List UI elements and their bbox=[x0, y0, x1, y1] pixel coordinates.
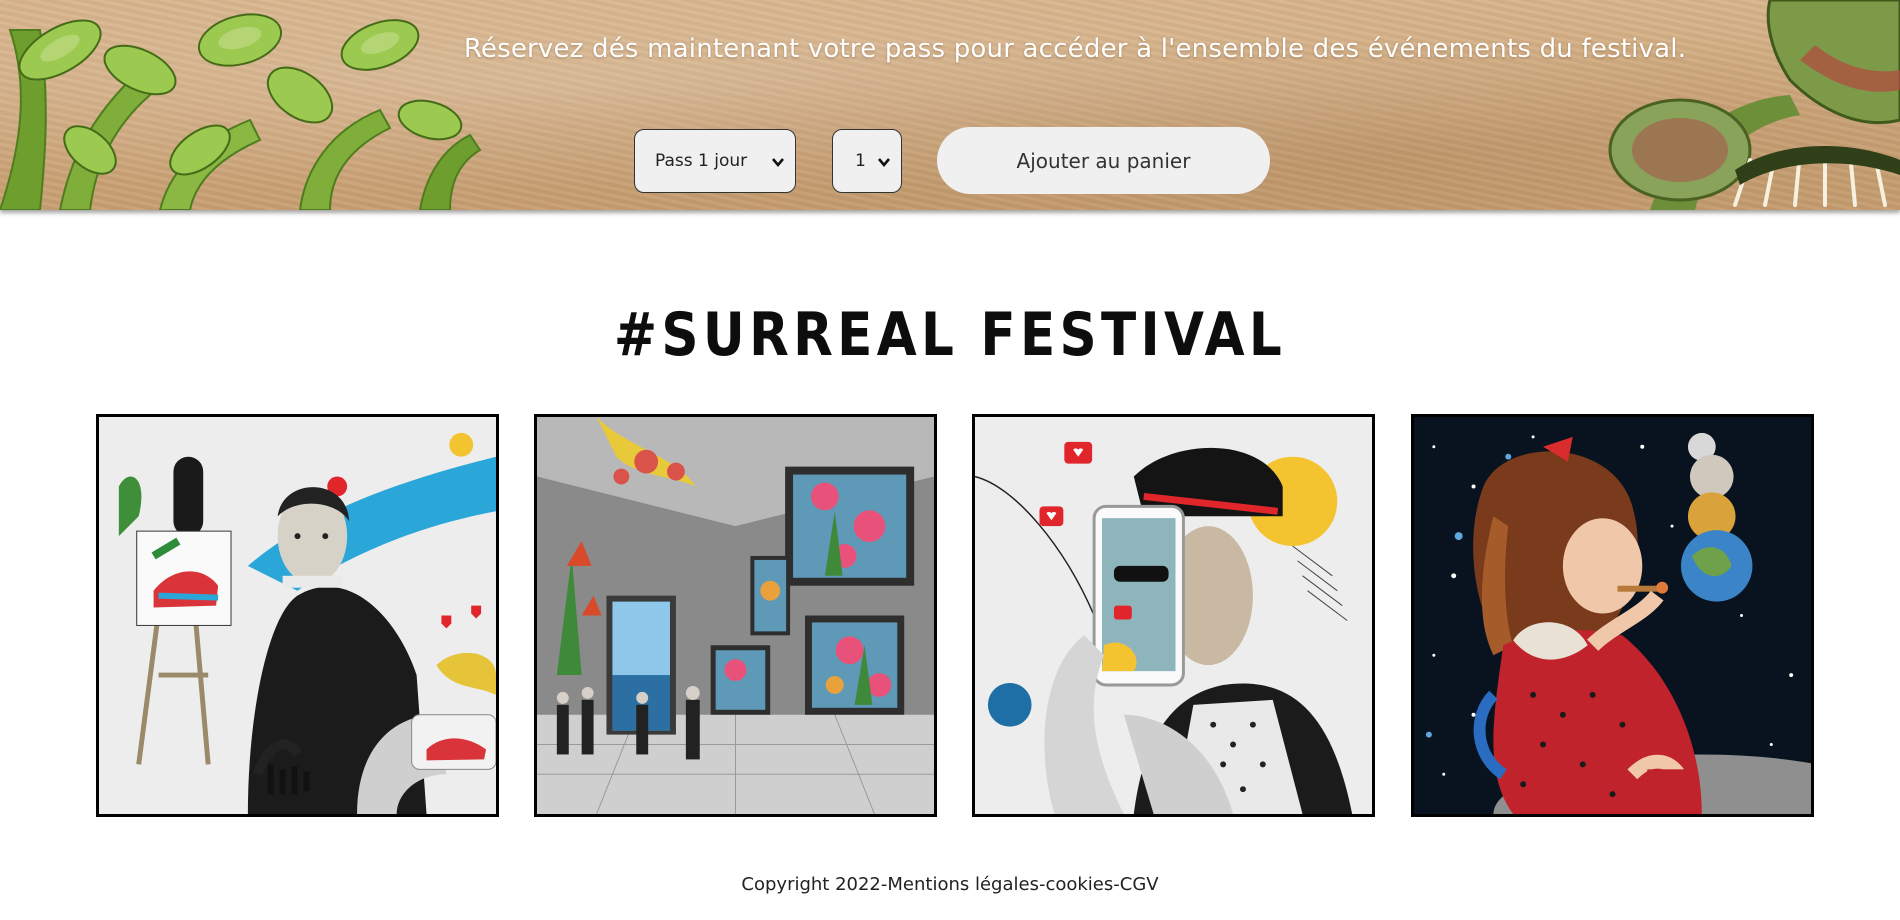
chevron-down-icon bbox=[878, 158, 890, 168]
venus-flytrap-left-image bbox=[0, 13, 482, 210]
banner-message: Réservez dés maintenant votre pass pour … bbox=[463, 34, 1687, 64]
pass-type-select[interactable]: Pass 1 jour bbox=[634, 129, 796, 193]
venus-flytrap-right-image bbox=[1608, 0, 1900, 210]
add-to-cart-button[interactable]: Ajouter au panier bbox=[937, 127, 1270, 194]
gallery-image-painter-collage[interactable] bbox=[96, 414, 499, 817]
quantity-select-value: 1 bbox=[855, 151, 866, 171]
gallery-image-space-girl[interactable] bbox=[1411, 414, 1814, 817]
booking-banner: Réservez dés maintenant votre pass pour … bbox=[0, 0, 1900, 210]
chevron-down-icon bbox=[772, 158, 784, 168]
gallery-image-smartphone-portrait[interactable] bbox=[972, 414, 1375, 817]
pass-type-select-value: Pass 1 jour bbox=[655, 151, 748, 171]
gallery-image-museum-flowers[interactable] bbox=[534, 414, 937, 817]
page-title: #SURREAL FESTIVAL bbox=[613, 300, 1287, 370]
quantity-select[interactable]: 1 bbox=[832, 129, 902, 193]
footer-copyright[interactable]: Copyright 2022-Mentions légales-cookies-… bbox=[0, 874, 1900, 895]
